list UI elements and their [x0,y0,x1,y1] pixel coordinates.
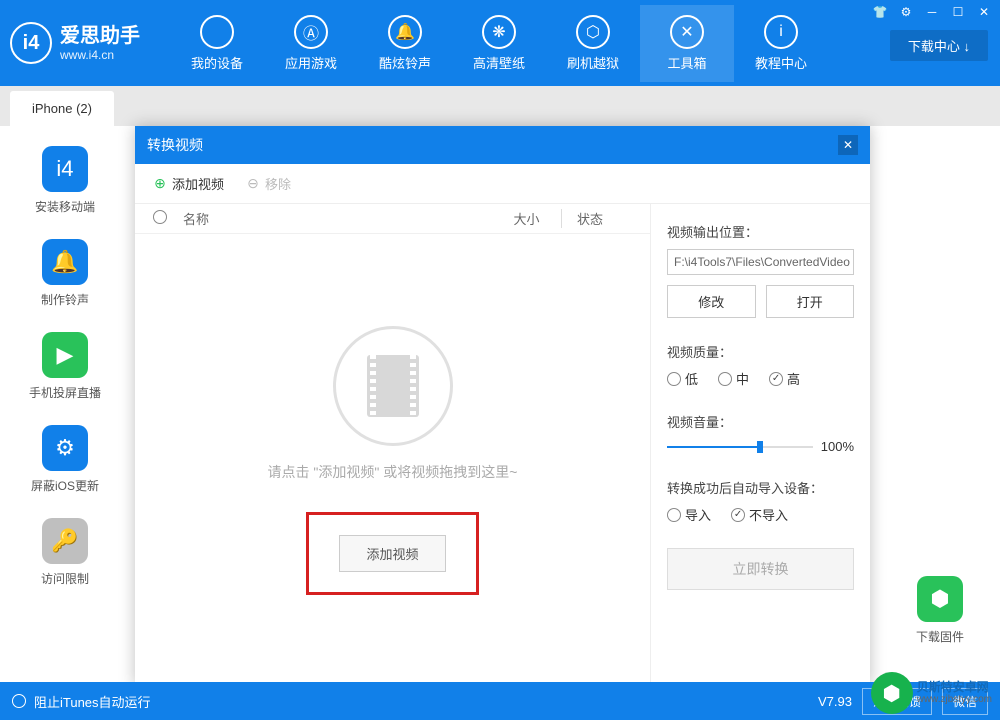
download-center-button[interactable]: 下载中心 ↓ [890,30,988,61]
tab-iphone[interactable]: iPhone (2) [10,91,114,126]
sidebar-access-limit[interactable]: 🔑访问限制 [41,518,89,587]
main-nav: 我的设备 Ⓐ应用游戏 🔔酷炫铃声 ❋高清壁纸 ⬡刷机越狱 ✕工具箱 i教程中心 [170,5,828,82]
cube-icon: ⬢ [917,576,963,622]
sidebar-screen-mirror[interactable]: ▶手机投屏直播 [29,332,101,401]
tshirt-icon[interactable]: 👕 [872,4,888,20]
import-yes-radio[interactable]: 导入 [667,505,711,524]
watermark: ⬢ 贝斯特安卓网 www.zjbstyy.com [871,672,992,714]
output-path-label: 视频输出位置： [667,222,854,241]
minimize-button[interactable]: ─ [924,4,940,20]
output-path-field[interactable]: F:\i4Tools7\Files\ConvertedVideo [667,249,854,275]
version-label: V7.93 [818,694,852,709]
auto-import-label: 转换成功后自动导入设备： [667,478,854,497]
tools-icon: ✕ [670,15,704,49]
add-icon: ⊕ [153,177,167,191]
film-reel-icon [333,326,453,446]
add-video-button[interactable]: 添加视频 [339,535,445,572]
sidebar-download-firmware[interactable]: ⬢下载固件 [916,576,964,645]
convert-video-dialog: 转换视频 ✕ ⊕添加视频 ⊖移除 名称 大小 状态 请点击 "添加视频" 或将视… [135,126,870,686]
gear-icon: ⚙ [42,425,88,471]
info-icon: i [764,15,798,49]
sidebar-block-updates[interactable]: ⚙屏蔽iOS更新 [31,425,99,494]
logo[interactable]: i4 爱思助手 www.i4.cn [10,22,140,64]
nav-ringtones[interactable]: 🔔酷炫铃声 [358,5,452,82]
modify-button[interactable]: 修改 [667,285,756,318]
open-button[interactable]: 打开 [766,285,855,318]
settings-panel: 视频输出位置： F:\i4Tools7\Files\ConvertedVideo… [650,204,870,686]
sidebar-right: ⬢下载固件 [880,146,1000,645]
convert-now-button[interactable]: 立即转换 [667,548,854,590]
volume-slider[interactable] [667,446,813,448]
play-icon: ▶ [42,332,88,378]
list-header: 名称 大小 状态 [135,204,650,234]
column-name: 名称 [183,209,492,228]
bell-icon: 🔔 [42,239,88,285]
bell-icon: 🔔 [388,15,422,49]
nav-apps-games[interactable]: Ⓐ应用游戏 [264,5,358,82]
import-no-radio[interactable]: 不导入 [731,505,788,524]
sidebar-make-ringtone[interactable]: 🔔制作铃声 [41,239,89,308]
app-url: www.i4.cn [60,48,140,62]
i4-icon: i4 [42,146,88,192]
dialog-title: 转换视频 [147,135,203,155]
sidebar-install-mobile[interactable]: i4安装移动端 [35,146,95,215]
main-content: i4安装移动端 🔔制作铃声 ▶手机投屏直播 ⚙屏蔽iOS更新 🔑访问限制 ⬢下载… [0,126,1000,682]
logo-icon: i4 [10,22,52,64]
nav-wallpapers[interactable]: ❋高清壁纸 [452,5,546,82]
toolbar-add-video[interactable]: ⊕添加视频 [153,174,224,193]
drop-hint: 请点击 "添加视频" 或将视频拖拽到这里~ [268,462,518,482]
app-title: 爱思助手 [60,24,140,48]
quality-mid-radio[interactable]: 中 [718,369,749,388]
volume-label: 视频音量： [667,412,854,431]
watermark-icon: ⬢ [871,672,913,714]
itunes-block-toggle[interactable] [12,694,26,708]
column-size: 大小 [492,209,562,228]
footer-bar: 阻止iTunes自动运行 V7.93 意见反馈 微信 [0,682,1000,720]
itunes-block-label: 阻止iTunes自动运行 [34,692,151,711]
maximize-button[interactable]: ☐ [950,4,966,20]
select-all-checkbox[interactable] [153,210,167,224]
key-icon: 🔑 [42,518,88,564]
settings-icon[interactable]: ⚙ [898,4,914,20]
close-button[interactable]: ✕ [976,4,992,20]
sidebar-left: i4安装移动端 🔔制作铃声 ▶手机投屏直播 ⚙屏蔽iOS更新 🔑访问限制 [0,146,130,587]
quality-label: 视频质量： [667,342,854,361]
quality-low-radio[interactable]: 低 [667,369,698,388]
video-list-panel: 名称 大小 状态 请点击 "添加视频" 或将视频拖拽到这里~ 添加视频 [135,204,650,686]
box-icon: ⬡ [576,15,610,49]
nav-jailbreak[interactable]: ⬡刷机越狱 [546,5,640,82]
watermark-name: 贝斯特安卓网 [917,680,992,694]
tab-bar: iPhone (2) [0,86,1000,126]
apps-icon: Ⓐ [294,15,328,49]
app-header: i4 爱思助手 www.i4.cn 我的设备 Ⓐ应用游戏 🔔酷炫铃声 ❋高清壁纸… [0,0,1000,86]
nav-toolbox[interactable]: ✕工具箱 [640,5,734,82]
column-status: 状态 [562,209,632,228]
nav-my-device[interactable]: 我的设备 [170,5,264,82]
volume-value: 100% [821,439,854,454]
dialog-close-button[interactable]: ✕ [838,135,858,155]
dialog-toolbar: ⊕添加视频 ⊖移除 [135,164,870,204]
dialog-header: 转换视频 ✕ [135,126,870,164]
window-controls: 👕 ⚙ ─ ☐ ✕ [872,4,992,20]
watermark-url: www.zjbstyy.com [917,694,992,706]
apple-icon [200,15,234,49]
empty-drop-zone[interactable]: 请点击 "添加视频" 或将视频拖拽到这里~ 添加视频 [135,234,650,686]
toolbar-remove[interactable]: ⊖移除 [246,174,291,193]
flower-icon: ❋ [482,15,516,49]
remove-icon: ⊖ [246,177,260,191]
nav-tutorials[interactable]: i教程中心 [734,5,828,82]
quality-high-radio[interactable]: 高 [769,369,800,388]
highlighted-frame: 添加视频 [306,512,478,595]
